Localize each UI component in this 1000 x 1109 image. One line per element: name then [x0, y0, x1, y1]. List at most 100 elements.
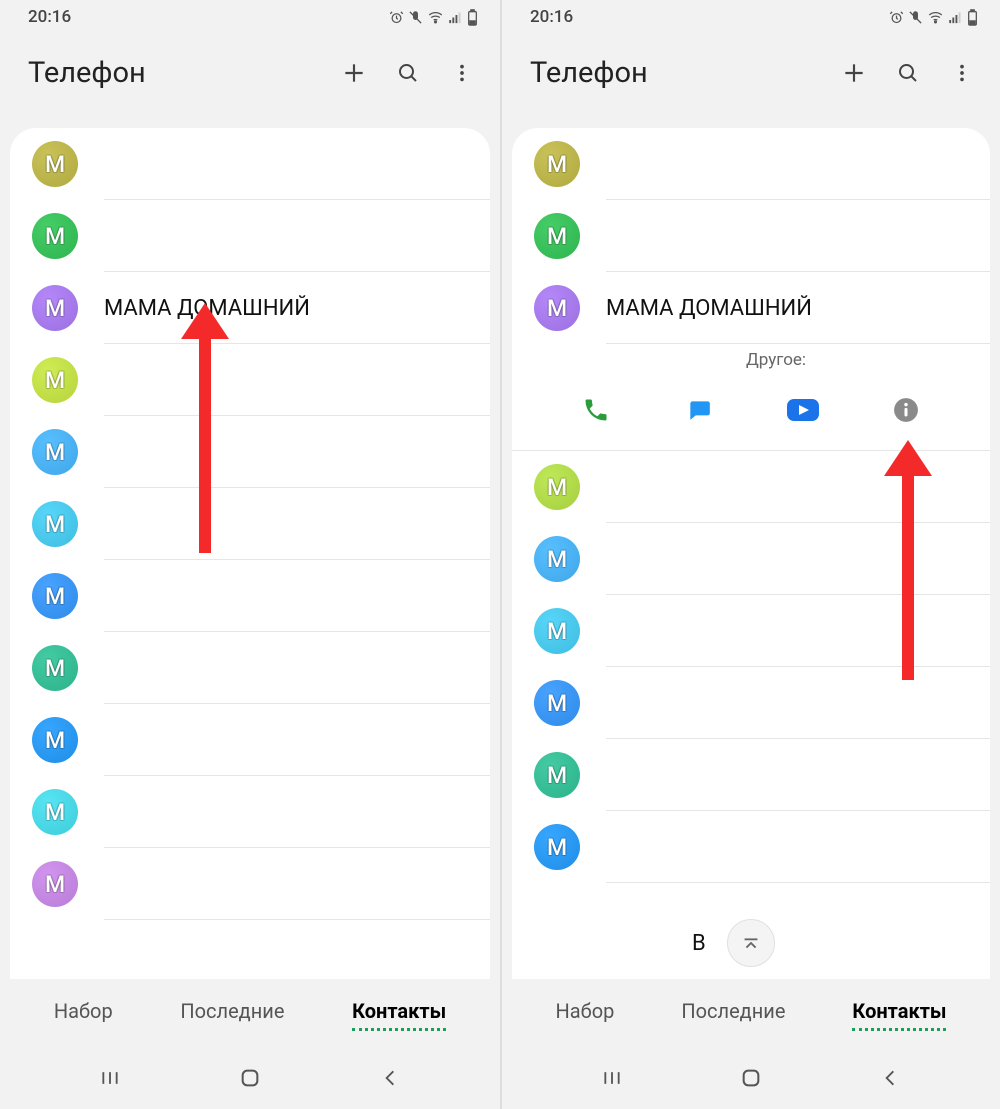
bottom-tabs: Набор Последние Контакты — [0, 979, 500, 1047]
avatar: M — [534, 824, 580, 870]
alarm-icon — [889, 10, 904, 25]
contact-row[interactable]: M — [512, 200, 990, 272]
nav-back[interactable] — [860, 1058, 920, 1098]
app-header: Телефон — [502, 34, 1000, 112]
nav-back[interactable] — [360, 1058, 420, 1098]
contact-row[interactable]: M — [10, 416, 490, 488]
add-button[interactable] — [830, 49, 878, 97]
avatar: M — [534, 608, 580, 654]
plus-icon — [841, 60, 867, 86]
app-header: Телефон — [0, 34, 500, 112]
contact-row[interactable]: M — [10, 560, 490, 632]
signal-icon — [948, 10, 963, 25]
nav-home[interactable] — [220, 1058, 280, 1098]
contact-row[interactable]: M — [512, 667, 990, 739]
android-navbar — [0, 1047, 500, 1109]
home-icon — [740, 1067, 762, 1089]
page-title: Телефон — [530, 56, 830, 90]
avatar: M — [32, 789, 78, 835]
alarm-icon — [389, 10, 404, 25]
status-bar: 20:16 — [502, 0, 1000, 34]
contacts-list[interactable]: MMMМАМА ДОМАШНИЙMMMMMMMM — [10, 128, 490, 979]
phone-screen-right: 20:16 Телефон MMMМАМА ДОМАШНИЙДругое:MMM… — [500, 0, 1000, 1109]
android-navbar — [502, 1047, 1000, 1109]
contact-row[interactable]: M — [10, 632, 490, 704]
recent-icon — [601, 1068, 623, 1088]
message-action[interactable] — [674, 392, 724, 432]
scroll-top-button[interactable]: В — [727, 919, 775, 967]
contact-actions — [534, 392, 968, 432]
avatar: M — [534, 536, 580, 582]
avatar: M — [534, 464, 580, 510]
avatar: M — [534, 752, 580, 798]
chevron-up-icon — [740, 932, 762, 954]
back-icon — [880, 1067, 900, 1089]
contact-name: МАМА ДОМАШНИЙ — [104, 296, 310, 321]
contact-row[interactable]: M — [10, 344, 490, 416]
search-button[interactable] — [884, 49, 932, 97]
tab-dial[interactable]: Набор — [54, 999, 113, 1027]
more-button[interactable] — [438, 49, 486, 97]
tab-contacts[interactable]: Контакты — [352, 999, 446, 1027]
contact-row[interactable]: M — [10, 848, 490, 920]
wifi-icon — [427, 10, 444, 25]
status-bar: 20:16 — [0, 0, 500, 34]
contact-row[interactable]: M — [10, 776, 490, 848]
contact-row[interactable]: M — [512, 595, 990, 667]
contact-row[interactable]: M — [512, 523, 990, 595]
nav-home[interactable] — [721, 1058, 781, 1098]
video-icon — [786, 398, 820, 426]
status-icons — [389, 9, 478, 26]
call-action[interactable] — [571, 392, 621, 432]
tab-dial[interactable]: Набор — [556, 999, 615, 1027]
contact-row[interactable]: MМАМА ДОМАШНИЙ — [512, 272, 990, 344]
add-button[interactable] — [330, 49, 378, 97]
wifi-icon — [927, 10, 944, 25]
tab-recent[interactable]: Последние — [681, 999, 785, 1027]
status-time: 20:16 — [530, 7, 573, 27]
search-icon — [896, 61, 920, 85]
contact-row[interactable]: M — [512, 451, 990, 523]
bottom-tabs: Набор Последние Контакты — [502, 979, 1000, 1047]
avatar: M — [32, 717, 78, 763]
video-action[interactable] — [778, 392, 828, 432]
partial-row-text: В — [692, 931, 706, 956]
search-button[interactable] — [384, 49, 432, 97]
avatar: M — [32, 213, 78, 259]
plus-icon — [341, 60, 367, 86]
contact-row[interactable]: M — [10, 704, 490, 776]
avatar: M — [32, 573, 78, 619]
call-icon — [582, 396, 610, 428]
tab-recent[interactable]: Последние — [180, 999, 284, 1027]
mute-icon — [408, 10, 423, 25]
contact-row[interactable]: M — [512, 128, 990, 200]
info-icon — [893, 397, 919, 427]
recent-icon — [99, 1068, 121, 1088]
tab-contacts[interactable]: Контакты — [852, 999, 946, 1027]
contact-row[interactable]: M — [10, 128, 490, 200]
message-icon — [684, 397, 714, 427]
avatar: M — [534, 141, 580, 187]
nav-recent[interactable] — [582, 1058, 642, 1098]
more-button[interactable] — [938, 49, 986, 97]
more-icon — [451, 62, 473, 84]
avatar: M — [534, 680, 580, 726]
contact-row[interactable]: MМАМА ДОМАШНИЙ — [10, 272, 490, 344]
contacts-list[interactable]: MMMМАМА ДОМАШНИЙДругое:MMMMMM В — [512, 128, 990, 979]
info-action[interactable] — [881, 392, 931, 432]
contact-expanded: Другое: — [512, 344, 990, 451]
contact-row[interactable]: M — [10, 200, 490, 272]
contact-row[interactable]: M — [10, 488, 490, 560]
avatar: M — [32, 861, 78, 907]
avatar: M — [534, 213, 580, 259]
back-icon — [380, 1067, 400, 1089]
search-icon — [396, 61, 420, 85]
nav-recent[interactable] — [80, 1058, 140, 1098]
avatar: M — [534, 285, 580, 331]
avatar: M — [32, 357, 78, 403]
contact-row[interactable]: M — [512, 739, 990, 811]
avatar: M — [32, 501, 78, 547]
more-icon — [951, 62, 973, 84]
contact-row[interactable]: M — [512, 811, 990, 883]
battery-icon — [467, 9, 478, 26]
